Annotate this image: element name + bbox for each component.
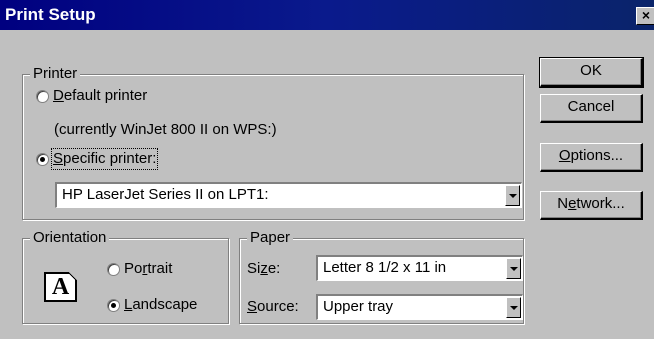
paper-size-select[interactable]: Letter 8 1/2 x 11 in — [316, 255, 523, 281]
window-title: Print Setup — [5, 5, 96, 24]
paper-group-legend: Paper — [247, 229, 294, 247]
orientation-group-legend: Orientation — [30, 229, 110, 247]
network-button[interactable]: Network... — [540, 191, 643, 220]
orientation-preview-letter: A — [51, 274, 70, 300]
close-icon: × — [641, 7, 651, 23]
chevron-down-icon — [510, 306, 518, 310]
page-fold — [69, 272, 77, 280]
chevron-down-icon — [510, 267, 518, 271]
ok-button[interactable]: OK — [539, 57, 644, 88]
close-button[interactable]: × — [636, 7, 654, 25]
landscape-radio[interactable] — [107, 299, 120, 312]
radio-selected-dot — [111, 303, 116, 308]
default-printer-radio[interactable] — [36, 90, 49, 103]
paper-size-value: Letter 8 1/2 x 11 in — [323, 259, 447, 276]
paper-source-dropdown-button[interactable] — [506, 297, 521, 318]
landscape-label[interactable]: Landscape — [124, 296, 197, 314]
paper-size-label: Size: — [247, 260, 281, 277]
paper-size-dropdown-button[interactable] — [506, 258, 521, 279]
specific-printer-radio[interactable] — [36, 153, 49, 166]
print-setup-dialog: Print Setup × Printer Default printer (c… — [0, 0, 654, 339]
portrait-radio[interactable] — [107, 263, 120, 276]
printer-group-legend: Printer — [30, 65, 81, 83]
portrait-label[interactable]: Portrait — [124, 260, 172, 278]
chevron-down-icon — [509, 194, 517, 198]
title-bar[interactable]: Print Setup × — [0, 0, 654, 30]
paper-source-value: Upper tray — [323, 298, 394, 315]
radio-selected-dot — [40, 157, 45, 162]
current-printer-note: (currently WinJet 800 II on WPS:) — [54, 121, 277, 138]
orientation-preview-icon: A — [44, 272, 77, 302]
specific-printer-label[interactable]: Specific printer: — [50, 148, 159, 170]
printer-select-dropdown-button[interactable] — [505, 185, 520, 206]
printer-select-value: HP LaserJet Series II on LPT1: — [62, 186, 269, 203]
paper-source-select[interactable]: Upper tray — [316, 294, 523, 320]
cancel-button[interactable]: Cancel — [540, 94, 643, 123]
paper-source-label: Source: — [247, 298, 299, 315]
printer-select[interactable]: HP LaserJet Series II on LPT1: — [55, 182, 522, 208]
options-button[interactable]: Options... — [540, 143, 643, 172]
default-printer-label[interactable]: Default printer — [53, 87, 147, 105]
